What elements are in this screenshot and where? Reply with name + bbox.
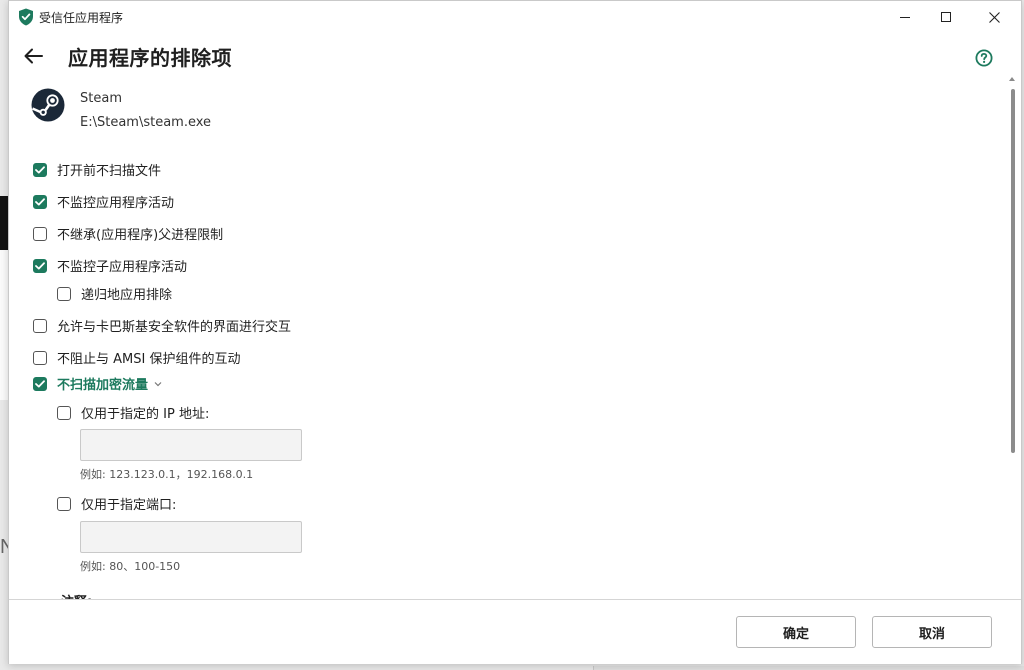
cancel-button[interactable]: 取消: [872, 616, 992, 648]
background-app-fragment: [0, 196, 8, 250]
scrollbar-thumb[interactable]: [1011, 89, 1015, 453]
close-icon: [988, 11, 1000, 23]
checkbox-unchecked[interactable]: [57, 286, 71, 301]
option-ip-filter[interactable]: 仅用于指定的 IP 地址:: [57, 403, 209, 422]
page-title: 应用程序的排除项: [68, 46, 232, 70]
ok-button[interactable]: 确定: [736, 616, 856, 648]
notes-label: 注释:: [61, 591, 92, 599]
option-no-scan-on-open[interactable]: 打开前不扫描文件: [33, 160, 161, 179]
checkbox-checked[interactable]: [33, 194, 47, 209]
option-label: 不继承(应用程序)父进程限制: [57, 228, 224, 243]
arrow-left-icon[interactable]: [21, 45, 45, 67]
background-app-fragment: [0, 250, 8, 400]
option-label: 仅用于指定端口:: [81, 498, 177, 513]
content-area: Steam E:\Steam\steam.exe 打开前不扫描文件 不监控应用程…: [9, 75, 1005, 599]
maximize-button[interactable]: [923, 1, 969, 33]
app-name: Steam: [80, 91, 122, 106]
option-label: 允许与卡巴斯基安全软件的界面进行交互: [57, 320, 292, 335]
option-no-scan-encrypted-traffic[interactable]: 不扫描加密流量: [33, 374, 162, 393]
checkbox-checked[interactable]: [33, 376, 47, 391]
option-no-inherit-parent-restrictions[interactable]: 不继承(应用程序)父进程限制: [33, 224, 223, 243]
app-path: E:\Steam\steam.exe: [80, 115, 212, 130]
close-button[interactable]: [971, 1, 1017, 33]
option-label: 递归地应用排除: [81, 288, 173, 303]
option-label[interactable]: 不扫描加密流量: [57, 374, 148, 393]
option-label: 不监控应用程序活动: [57, 196, 175, 211]
checkbox-unchecked[interactable]: [33, 226, 47, 241]
port-hint: 例如: 80、100-150: [80, 560, 181, 573]
option-label: 仅用于指定的 IP 地址:: [81, 407, 210, 422]
steam-logo-icon: [31, 88, 65, 122]
dialog-window: 受信任应用程序 应用程序的排除项 Steam E:\Steam\steam.ex…: [8, 0, 1022, 664]
dialog-footer: 确定 取消: [9, 599, 1021, 664]
checkbox-unchecked[interactable]: [57, 405, 71, 420]
title-bar[interactable]: 受信任应用程序: [9, 1, 1021, 33]
background-app-fragment: [593, 666, 1024, 670]
checkbox-unchecked[interactable]: [33, 350, 47, 365]
option-apply-recursively[interactable]: 递归地应用排除: [57, 284, 172, 303]
option-allow-ui-interaction[interactable]: 允许与卡巴斯基安全软件的界面进行交互: [33, 316, 291, 335]
ip-address-input[interactable]: [80, 429, 302, 461]
help-circle-icon[interactable]: [975, 49, 993, 67]
checkbox-checked[interactable]: [33, 258, 47, 273]
ip-address-hint: 例如: 123.123.0.1，192.168.0.1: [80, 468, 254, 481]
minimize-button[interactable]: [882, 1, 928, 33]
option-label: 打开前不扫描文件: [57, 164, 162, 179]
option-label: 不监控子应用程序活动: [57, 260, 188, 275]
option-label: 不阻止与 AMSI 保护组件的互动: [57, 352, 241, 367]
checkbox-unchecked[interactable]: [57, 496, 71, 511]
maximize-icon: [940, 11, 951, 22]
scroll-up-arrow-icon[interactable]: [1009, 77, 1015, 81]
checkbox-unchecked[interactable]: [33, 318, 47, 333]
checkbox-checked[interactable]: [33, 162, 47, 177]
chevron-down-icon[interactable]: [154, 381, 162, 387]
minimize-icon: [899, 16, 910, 18]
shield-icon: [19, 8, 33, 26]
option-no-block-amsi[interactable]: 不阻止与 AMSI 保护组件的互动: [33, 348, 240, 367]
option-no-monitor-child-app[interactable]: 不监控子应用程序活动: [33, 256, 187, 275]
option-no-monitor-app[interactable]: 不监控应用程序活动: [33, 192, 174, 211]
port-input[interactable]: [80, 521, 302, 553]
option-port-filter[interactable]: 仅用于指定端口:: [57, 494, 176, 513]
window-title: 受信任应用程序: [39, 11, 124, 25]
